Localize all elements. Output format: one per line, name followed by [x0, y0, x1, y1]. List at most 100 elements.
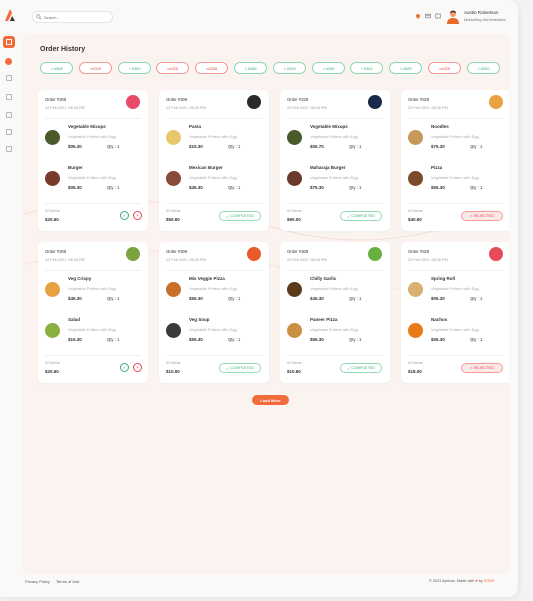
- divider: [408, 118, 504, 119]
- filter-pill[interactable]: × #325: [79, 62, 112, 74]
- order-id: Order #309: [166, 249, 188, 254]
- filter-pill[interactable]: × #328: [195, 62, 228, 74]
- sidebar-dashboard-button[interactable]: [3, 36, 15, 48]
- accept-button[interactable]: ✓: [120, 363, 129, 372]
- footer-links: Privacy Policy Terms of Use: [25, 579, 85, 584]
- reject-button[interactable]: ×: [133, 363, 142, 372]
- item-count: 02 Items: [166, 209, 181, 213]
- user-role: Marketing Administrator: [464, 17, 507, 22]
- filter-pill[interactable]: × #325: [156, 62, 189, 74]
- privacy-link[interactable]: Privacy Policy: [25, 579, 50, 584]
- item-quantity: Qty : 1: [107, 337, 120, 342]
- terms-link[interactable]: Terms of Use: [56, 579, 80, 584]
- order-total: $50.60: [166, 217, 180, 222]
- sidebar-messages-button[interactable]: [3, 91, 15, 103]
- item-count: 02 Items: [45, 209, 60, 213]
- order-date: 22 Feb 2021, 08:25 PM: [166, 106, 206, 110]
- mail-icon[interactable]: [425, 13, 431, 19]
- sidebar-analytics-button[interactable]: [3, 72, 15, 84]
- reject-button[interactable]: ×: [133, 211, 142, 220]
- order-id: Order #309: [166, 97, 188, 102]
- divider: [408, 270, 504, 271]
- item-price: $45.30: [189, 185, 203, 190]
- order-card[interactable]: Order #309 22 Feb 2021, 08:28 PM Chilly Ga…: [280, 242, 390, 383]
- customer-avatar: [368, 95, 382, 109]
- order-card[interactable]: Order #329 22 Feb 2021, 08:28 PM Spring Ro…: [401, 242, 509, 383]
- order-card[interactable]: Order #308 22 Feb 2021, 08:28 PM Veg Crisp…: [38, 242, 148, 383]
- order-item: Veg Soup Vegetable Fritters with Egg $55.3…: [166, 317, 262, 353]
- sidebar-customers-button[interactable]: [3, 109, 15, 121]
- item-price: $75.30: [310, 185, 324, 190]
- customer-avatar: [247, 95, 261, 109]
- search-input[interactable]: [43, 14, 112, 20]
- divider: [166, 355, 262, 356]
- settings-icon[interactable]: [435, 13, 441, 19]
- item-count: 02 Items: [408, 361, 423, 365]
- filter-pill[interactable]: ✓ #301: [350, 62, 383, 74]
- item-description: Vegetable Fritters with Egg: [68, 327, 116, 332]
- filter-pill[interactable]: ✓ #325: [389, 62, 422, 74]
- sidebar-orders-button[interactable]: [5, 58, 12, 65]
- search-box[interactable]: [32, 11, 113, 23]
- filter-pill[interactable]: × #329: [428, 62, 461, 74]
- food-image: [166, 282, 181, 297]
- status-label: COMPLETED: [351, 214, 375, 218]
- item-name: Spring Roll: [431, 276, 455, 281]
- divider: [287, 203, 383, 204]
- item-description: Vegetable Fritters with Egg: [310, 175, 358, 180]
- divider: [166, 270, 262, 271]
- item-name: Maharaja Burger: [310, 165, 346, 170]
- bell-icon[interactable]: [415, 13, 421, 19]
- filter-pill[interactable]: ✓ #285: [234, 62, 267, 74]
- accept-button[interactable]: ✓: [120, 211, 129, 220]
- grid-icon: [6, 39, 12, 45]
- filter-pill[interactable]: ✓ #239: [273, 62, 306, 74]
- item-description: Vegetable Fritters with Egg: [189, 286, 237, 291]
- order-card[interactable]: Order #329 22 Feb 2021, 08:28 PM Noodles Ve…: [401, 90, 509, 231]
- order-card[interactable]: Order #309 22 Feb 2021, 08:28 PM Mix Veggi…: [159, 242, 269, 383]
- filter-pill-label: #285: [247, 65, 257, 71]
- item-description: Vegetable Fritters with Egg: [68, 175, 116, 180]
- filter-pill-label: #325: [169, 65, 179, 71]
- order-card[interactable]: Order #308 22 Feb 2021, 08:28 PM Vegetable…: [38, 90, 148, 231]
- order-total: $20.60: [45, 369, 59, 374]
- filter-pill[interactable]: ✓ #308: [40, 62, 73, 74]
- filter-pill-label: #239: [286, 65, 296, 71]
- brand-link[interactable]: SOBS: [484, 579, 495, 583]
- order-item: Vegetable Mixups Vegetable Fritters with …: [45, 124, 141, 160]
- customer-avatar: [368, 247, 382, 261]
- food-image: [408, 130, 423, 145]
- order-date: 22 Feb 2021, 08:28 PM: [45, 106, 85, 110]
- item-price: $05.70: [310, 144, 324, 149]
- food-image: [408, 282, 423, 297]
- load-more-button[interactable]: Load More: [252, 395, 289, 405]
- sidebar-menu-button[interactable]: [3, 126, 15, 138]
- app-logo-icon[interactable]: [3, 8, 16, 22]
- user-name[interactable]: Austin Robertson: [464, 10, 499, 15]
- order-total: $40.60: [408, 217, 422, 222]
- order-total: $10.60: [287, 369, 301, 374]
- status-label: COMPLETED: [230, 214, 254, 218]
- item-price: $55.30: [189, 337, 203, 342]
- item-quantity: Qty : 1: [107, 185, 120, 190]
- sidebar: [0, 0, 18, 597]
- by-text: by: [478, 579, 483, 583]
- order-card[interactable]: Order #309 22 Feb 2021, 08:25 PM Pasta Vege…: [159, 90, 269, 231]
- order-total: $90.00: [287, 217, 301, 222]
- item-quantity: Qty : 1: [228, 296, 241, 301]
- item-quantity: Qty : 1: [470, 296, 483, 301]
- item-price: $05.30: [431, 337, 445, 342]
- order-item: Noodles Vegetable Fritters with Egg $75.30…: [408, 124, 504, 160]
- order-card[interactable]: Order #328 22 Feb 2021, 08:28 PM Vegetable…: [280, 90, 390, 231]
- filter-pill[interactable]: ✓ #350: [118, 62, 151, 74]
- order-item: Burger Vegetable Fritters with Egg $05.30 Q…: [45, 165, 141, 201]
- customer-avatar: [489, 95, 503, 109]
- divider: [408, 203, 504, 204]
- item-description: Vegetable Fritters with Egg: [189, 175, 237, 180]
- divider: [166, 118, 262, 119]
- filter-pill[interactable]: ✓ #320: [467, 62, 500, 74]
- user-avatar[interactable]: [447, 10, 459, 24]
- sidebar-settings-button[interactable]: [3, 143, 15, 155]
- item-name: Pasta: [189, 124, 202, 129]
- filter-pill[interactable]: ✓ #296: [312, 62, 345, 74]
